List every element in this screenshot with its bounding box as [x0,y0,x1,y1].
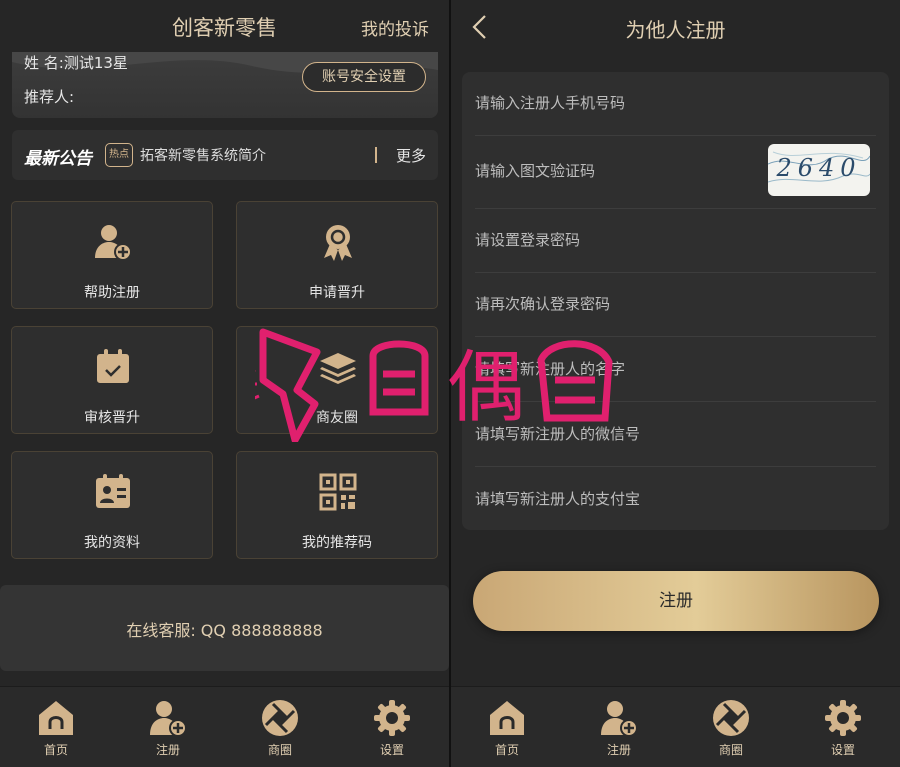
tile-apply-promotion[interactable]: 申请晋升 [236,201,438,309]
notice-text[interactable]: 拓客新零售系统简介 [140,145,266,165]
tab-bar: 首页 注册 商圈 设置 [0,686,449,767]
home-icon [490,701,524,735]
phone-field[interactable]: 请输入注册人手机号码 [475,72,876,136]
confirm-password-field[interactable]: 请再次确认登录密码 [475,273,876,337]
tile-my-profile[interactable]: 我的资料 [11,451,213,559]
id-card-icon [96,474,130,508]
home-icon [39,701,73,735]
wechat-placeholder: 请填写新注册人的微信号 [475,425,641,443]
tab-label: 首页 [494,743,519,757]
complaint-link[interactable]: 我的投诉 [361,15,429,40]
divider [375,147,377,163]
register-screen: 为他人注册 请输入注册人手机号码 请输入图文验证码 2640 请设置登录密码 请… [451,0,900,767]
medal-icon [324,225,352,261]
tile-my-referral-code[interactable]: 我的推荐码 [236,451,438,559]
notice-more-link[interactable]: 更多 [396,145,426,166]
captcha-code: 2640 [776,154,862,182]
tab-register[interactable]: 注册 [563,687,675,767]
gear-icon [374,700,410,736]
add-user-icon [95,225,132,261]
notice-title: 最新公告 [24,149,92,169]
home-screen: 创客新零售 我的投诉 姓 名:测试13星 推荐人: 账号安全设置 最新公告 热点… [0,0,449,767]
password-field[interactable]: 请设置登录密码 [475,209,876,273]
tab-label: 首页 [43,743,68,757]
tab-home[interactable]: 首页 [451,687,563,767]
captcha-image[interactable]: 2640 [768,144,870,196]
register-button[interactable]: 注册 [473,571,879,631]
phone-placeholder: 请输入注册人手机号码 [475,94,626,112]
tab-business-circle[interactable]: 商圈 [675,687,787,767]
tile-label: 审核晋升 [84,410,140,426]
tab-business-circle[interactable]: 商圈 [224,687,336,767]
calendar-check-icon [97,349,129,383]
user-card: 姓 名:测试13星 推荐人: 账号安全设置 [12,52,438,118]
tile-review-promotion[interactable]: 审核晋升 [11,326,213,434]
tab-label: 注册 [606,743,631,757]
tile-help-register[interactable]: 帮助注册 [11,201,213,309]
tile-label: 帮助注册 [84,285,140,301]
tab-settings[interactable]: 设置 [787,687,899,767]
captcha-field[interactable]: 请输入图文验证码 2640 [475,136,876,209]
tab-label: 设置 [379,743,404,757]
aperture-icon [713,700,749,736]
name-field[interactable]: 请填写新注册人的名字 [475,338,876,402]
aperture-icon [262,700,298,736]
tile-business-circle[interactable]: 商友圈 [236,326,438,434]
tab-label: 商圈 [267,743,292,757]
customer-service-text: 在线客服: QQ 888888888 [126,621,323,640]
alipay-field[interactable]: 请填写新注册人的支付宝 [475,468,876,532]
tab-register[interactable]: 注册 [112,687,224,767]
tab-settings[interactable]: 设置 [336,687,448,767]
account-security-button[interactable]: 账号安全设置 [302,62,426,92]
qr-code-icon [319,473,357,511]
add-user-icon [601,701,638,737]
customer-service[interactable]: 在线客服: QQ 888888888 [0,585,449,671]
notice-bar[interactable]: 最新公告 热点 拓客新零售系统简介 更多 [12,130,438,180]
layers-icon [320,353,356,384]
tile-label: 我的推荐码 [302,535,372,551]
tile-label: 我的资料 [84,535,140,551]
name-placeholder: 请填写新注册人的名字 [475,360,626,378]
gear-icon [825,700,861,736]
tab-bar: 首页 注册 商圈 设置 [451,686,900,767]
register-form: 请输入注册人手机号码 请输入图文验证码 2640 请设置登录密码 请再次确认登录… [462,72,889,530]
tile-label: 申请晋升 [309,285,365,301]
tab-home[interactable]: 首页 [0,687,112,767]
user-name: 姓 名:测试13星 [24,54,128,72]
wechat-field[interactable]: 请填写新注册人的微信号 [475,403,876,467]
alipay-placeholder: 请填写新注册人的支付宝 [475,490,641,508]
password-placeholder: 请设置登录密码 [475,231,581,249]
confirm-password-placeholder: 请再次确认登录密码 [475,295,611,313]
header: 创客新零售 我的投诉 [0,0,449,54]
captcha-placeholder: 请输入图文验证码 [475,162,596,180]
hot-badge: 热点 [105,143,133,167]
tab-label: 注册 [155,743,180,757]
user-referrer: 推荐人: [24,88,75,106]
tile-label: 商友圈 [316,410,358,426]
add-user-icon [150,701,187,737]
tab-label: 设置 [830,743,855,757]
tab-label: 商圈 [718,743,743,757]
page-title: 为他人注册 [625,18,726,42]
